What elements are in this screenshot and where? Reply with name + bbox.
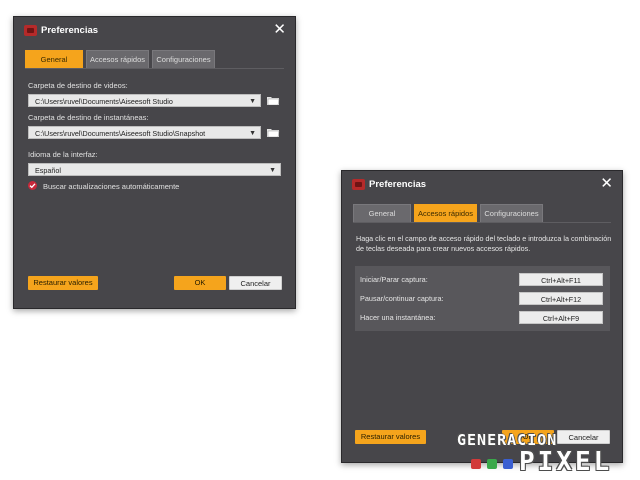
tab-divider — [353, 222, 611, 223]
video-dest-value: C:\Users\ruvel\Documents\Aiseesoft Studi… — [35, 97, 173, 106]
title-bar: Preferencias ✕ — [14, 17, 295, 47]
chevron-down-icon: ▼ — [269, 167, 276, 174]
tab-accesos-rapidos[interactable]: Accesos rápidos — [414, 204, 477, 222]
hotkey-field-snapshot[interactable]: Ctrl+Alt+F9 — [519, 311, 603, 324]
language-select[interactable]: Español ▼ — [28, 163, 281, 176]
video-dest-select[interactable]: C:\Users\ruvel\Documents\Aiseesoft Studi… — [28, 94, 261, 107]
language-value: Español — [35, 166, 61, 175]
close-icon[interactable]: ✕ — [600, 176, 613, 191]
watermark-logo: GENERACION PIXEL — [457, 430, 635, 478]
tab-general[interactable]: General — [25, 50, 83, 68]
dialog-title: Preferencias — [41, 25, 99, 36]
dialog-title: Preferencias — [369, 179, 427, 190]
snapshot-dest-select[interactable]: C:\Users\ruvel\Documents\Aiseesoft Studi… — [28, 126, 261, 139]
restore-defaults-button[interactable]: Restaurar valores — [28, 276, 98, 290]
hotkey-field-pause-resume[interactable]: Ctrl+Alt+F12 — [519, 292, 603, 305]
tab-divider — [25, 68, 284, 69]
preferences-dialog-general: Preferencias ✕ General Accesos rápidos C… — [13, 16, 296, 309]
video-dest-label: Carpeta de destino de videos: — [28, 81, 128, 90]
close-icon[interactable]: ✕ — [273, 22, 286, 37]
tab-configuraciones[interactable]: Configuraciones — [152, 50, 215, 68]
hotkey-label-pause-resume: Pausar/continuar captura: — [360, 294, 444, 303]
chevron-down-icon: ▼ — [249, 98, 256, 105]
ok-button[interactable]: OK — [174, 276, 226, 290]
hotkey-label-start-stop: Iniciar/Parar captura: — [360, 275, 428, 284]
tab-accesos-rapidos[interactable]: Accesos rápidos — [86, 50, 149, 68]
watermark-dot-red — [471, 459, 481, 469]
cancel-button[interactable]: Cancelar — [229, 276, 282, 290]
snapshot-dest-value: C:\Users\ruvel\Documents\Aiseesoft Studi… — [35, 129, 206, 138]
hotkey-field-start-stop[interactable]: Ctrl+Alt+F11 — [519, 273, 603, 286]
snapshot-dest-label: Carpeta de destino de instantáneas: — [28, 113, 149, 122]
tab-configuraciones[interactable]: Configuraciones — [480, 204, 543, 222]
hotkey-label-snapshot: Hacer una instantánea: — [360, 313, 436, 322]
checkmark-icon — [29, 183, 36, 189]
hotkeys-description: Haga clic en el campo de acceso rápido d… — [356, 234, 612, 253]
app-icon — [352, 179, 365, 190]
hotkeys-panel: Iniciar/Parar captura: Ctrl+Alt+F11 Paus… — [355, 266, 610, 331]
app-icon — [24, 25, 37, 36]
watermark-dot-blue — [503, 459, 513, 469]
preferences-dialog-hotkeys: Preferencias ✕ General Accesos rápidos C… — [341, 170, 623, 463]
tab-general[interactable]: General — [353, 204, 411, 222]
restore-defaults-button[interactable]: Restaurar valores — [355, 430, 426, 444]
folder-open-icon[interactable] — [267, 128, 280, 137]
auto-update-checkbox[interactable] — [28, 181, 37, 190]
watermark-dot-green — [487, 459, 497, 469]
language-label: Idioma de la interfaz: — [28, 150, 98, 159]
title-bar: Preferencias ✕ — [342, 171, 622, 201]
chevron-down-icon: ▼ — [249, 130, 256, 137]
watermark-line2: PIXEL — [519, 447, 613, 477]
folder-open-icon[interactable] — [267, 96, 280, 105]
auto-update-label[interactable]: Buscar actualizaciones automáticamente — [43, 182, 179, 191]
